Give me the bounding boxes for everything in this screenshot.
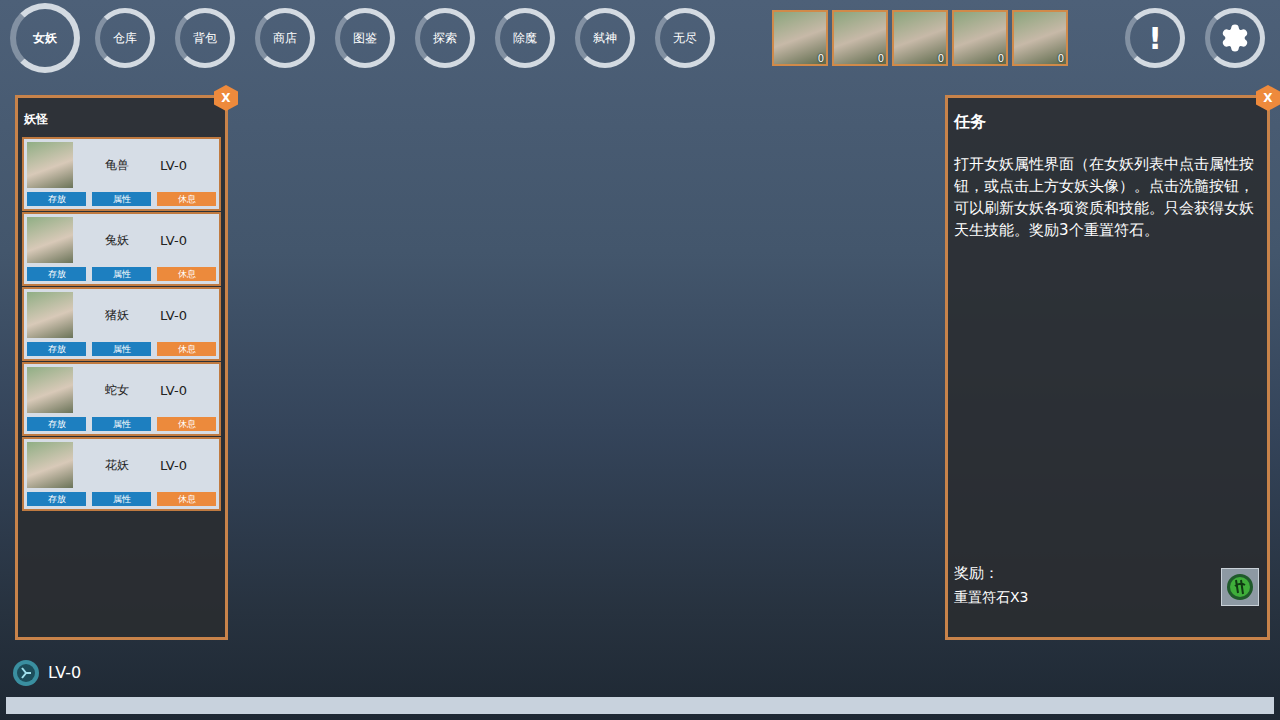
player-level: LV-0 (0, 640, 1280, 690)
action-button[interactable]: 存放 (27, 417, 86, 431)
portrait-count: 0 (818, 53, 824, 64)
monster-row: 蛇女LV-0存放属性休息 (22, 362, 221, 436)
nav-button[interactable]: 仓库 (95, 8, 155, 68)
nav-button[interactable]: 图鉴 (335, 8, 395, 68)
settings-button[interactable] (1205, 8, 1265, 68)
monster-avatar[interactable] (27, 292, 73, 338)
panel-title: 妖怪 (18, 98, 225, 137)
monster-info: 龟兽LV-0 (27, 142, 216, 188)
nav-button[interactable]: 女妖 (10, 3, 80, 73)
portrait-count: 0 (938, 53, 944, 64)
main-area: X妖怪龟兽LV-0存放属性休息兔妖LV-0存放属性休息猪妖LV-0存放属性休息蛇… (0, 95, 1280, 640)
monster-list: 龟兽LV-0存放属性休息兔妖LV-0存放属性休息猪妖LV-0存放属性休息蛇女LV… (18, 137, 225, 511)
action-button[interactable]: 属性 (92, 267, 151, 281)
nav-button[interactable]: 背包 (175, 8, 235, 68)
top-bar: 女妖仓库背包商店图鉴探索除魔弑神无尽 0 0 0 0 0! (0, 0, 1280, 80)
monster-actions: 存放属性休息 (27, 339, 216, 356)
gear-icon (1220, 23, 1250, 53)
portrait-bar: 0 0 0 0 0 (772, 10, 1068, 66)
action-button[interactable]: 休息 (157, 417, 216, 431)
action-button[interactable]: 属性 (92, 192, 151, 206)
monster-level: LV-0 (160, 233, 216, 248)
monster-avatar[interactable] (27, 367, 73, 413)
game-screen: 女妖仓库背包商店图鉴探索除魔弑神无尽00000!X妖怪龟兽LV-0存放属性休息兔… (0, 0, 1280, 720)
action-button[interactable]: 属性 (92, 342, 151, 356)
monster-panel: X妖怪龟兽LV-0存放属性休息兔妖LV-0存放属性休息猪妖LV-0存放属性休息蛇… (15, 95, 228, 640)
portrait[interactable]: 0 (1012, 10, 1068, 66)
reward-label: 奖励： (954, 564, 1259, 583)
monster-name: 龟兽 (73, 157, 160, 174)
player-level-text: LV-0 (48, 663, 81, 682)
monster-avatar[interactable] (27, 142, 73, 188)
portrait-count: 0 (998, 53, 1004, 64)
monster-level: LV-0 (160, 308, 216, 323)
portrait[interactable]: 0 (952, 10, 1008, 66)
monster-actions: 存放属性休息 (27, 189, 216, 206)
monster-row: 兔妖LV-0存放属性休息 (22, 212, 221, 286)
reward-row: 重置符石X3 (954, 589, 1259, 607)
action-button[interactable]: 存放 (27, 342, 86, 356)
nav-button[interactable]: 探索 (415, 8, 475, 68)
monster-row: 龟兽LV-0存放属性休息 (22, 137, 221, 211)
system-buttons: ! (1125, 8, 1265, 68)
task-title: 任务 (954, 112, 1259, 133)
nav-button[interactable]: 除魔 (495, 8, 555, 68)
nav-button[interactable]: 商店 (255, 8, 315, 68)
portrait[interactable]: 0 (832, 10, 888, 66)
monster-name: 蛇女 (73, 382, 160, 399)
reward-text: 重置符石X3 (954, 589, 1029, 607)
portrait[interactable]: 0 (892, 10, 948, 66)
close-button[interactable]: X (1256, 85, 1280, 111)
monster-level: LV-0 (160, 158, 216, 173)
reward-area: 奖励： 重置符石X3 (954, 564, 1259, 607)
portrait-count: 0 (878, 53, 884, 64)
monster-level: LV-0 (160, 458, 216, 473)
action-button[interactable]: 休息 (157, 342, 216, 356)
monster-actions: 存放属性休息 (27, 489, 216, 506)
monster-actions: 存放属性休息 (27, 264, 216, 281)
monster-row: 花妖LV-0存放属性休息 (22, 437, 221, 511)
action-button[interactable]: 休息 (157, 192, 216, 206)
task-panel: X任务打开女妖属性界面（在女妖列表中点击属性按钮，或点击上方女妖头像）。点击洗髓… (945, 95, 1270, 640)
action-button[interactable]: 休息 (157, 492, 216, 506)
nav-button[interactable]: 弑神 (575, 8, 635, 68)
action-button[interactable]: 休息 (157, 267, 216, 281)
experience-bar (6, 697, 1274, 714)
action-button[interactable]: 存放 (27, 267, 86, 281)
action-button[interactable]: 存放 (27, 192, 86, 206)
monster-avatar[interactable] (27, 442, 73, 488)
monster-info: 猪妖LV-0 (27, 292, 216, 338)
level-rune-icon (12, 659, 40, 687)
close-button[interactable]: X (214, 85, 238, 111)
main-nav: 女妖仓库背包商店图鉴探索除魔弑神无尽 (10, 3, 715, 73)
action-button[interactable]: 存放 (27, 492, 86, 506)
monster-level: LV-0 (160, 383, 216, 398)
rune-stone-icon (1221, 568, 1259, 606)
monster-info: 花妖LV-0 (27, 442, 216, 488)
nav-button[interactable]: 无尽 (655, 8, 715, 68)
task-description: 打开女妖属性界面（在女妖列表中点击属性按钮，或点击上方女妖头像）。点击洗髓按钮，… (954, 153, 1259, 241)
monster-info: 蛇女LV-0 (27, 367, 216, 413)
portrait-count: 0 (1058, 53, 1064, 64)
monster-info: 兔妖LV-0 (27, 217, 216, 263)
monster-name: 猪妖 (73, 307, 160, 324)
monster-actions: 存放属性休息 (27, 414, 216, 431)
action-button[interactable]: 属性 (92, 417, 151, 431)
monster-row: 猪妖LV-0存放属性休息 (22, 287, 221, 361)
monster-name: 花妖 (73, 457, 160, 474)
monster-avatar[interactable] (27, 217, 73, 263)
task-body: 任务打开女妖属性界面（在女妖列表中点击属性按钮，或点击上方女妖头像）。点击洗髓按… (948, 98, 1267, 637)
action-button[interactable]: 属性 (92, 492, 151, 506)
alert-button[interactable]: ! (1125, 8, 1185, 68)
monster-name: 兔妖 (73, 232, 160, 249)
portrait[interactable]: 0 (772, 10, 828, 66)
